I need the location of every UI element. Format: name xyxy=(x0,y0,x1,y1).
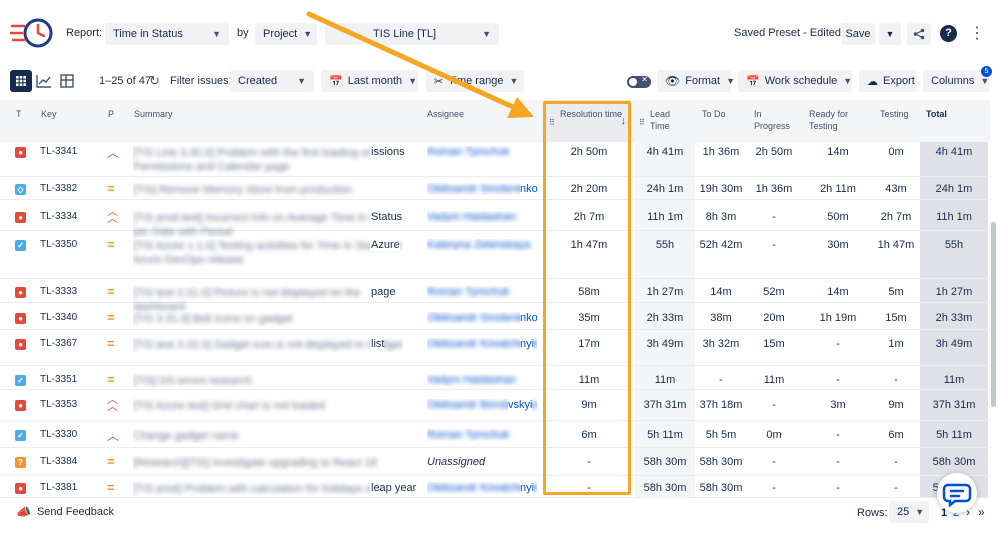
rows-label: Rows: xyxy=(857,507,888,519)
chevron-down-icon: ▼ xyxy=(915,507,925,517)
rows-per-page-select[interactable]: 25 ▼ xyxy=(889,501,929,523)
rows-per-page-value: 25 xyxy=(897,506,910,518)
chat-button[interactable] xyxy=(937,473,977,513)
send-feedback-link[interactable]: 📣 Send Feedback xyxy=(16,505,114,519)
chat-icon xyxy=(942,483,972,508)
send-feedback-label: Send Feedback xyxy=(36,506,115,518)
last-page-icon[interactable]: » xyxy=(978,505,985,519)
megaphone-icon: 📣 xyxy=(16,505,31,519)
vertical-scrollbar[interactable] xyxy=(991,222,996,407)
annotation-arrow xyxy=(306,11,534,118)
